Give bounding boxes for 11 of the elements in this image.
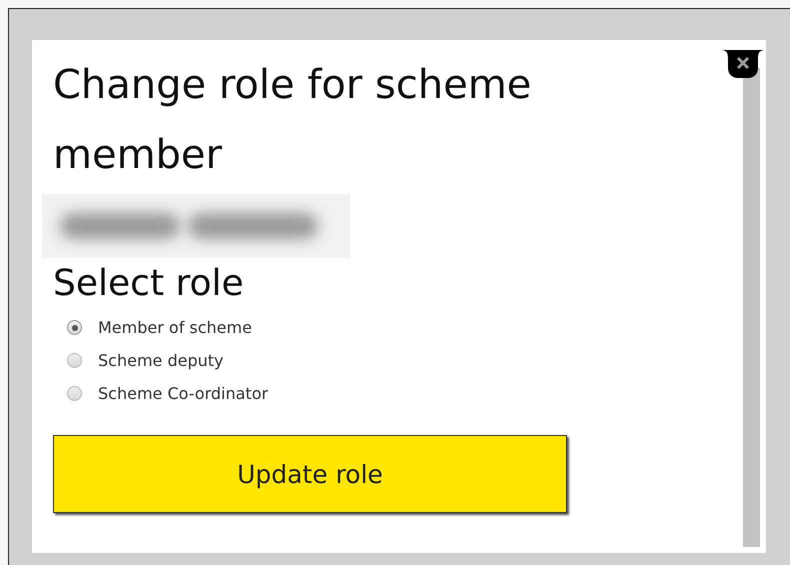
radio-button[interactable] [67, 320, 82, 335]
close-icon[interactable] [720, 50, 766, 78]
dialog-title: Change role for scheme member [53, 61, 532, 180]
section-heading: Select role [53, 262, 245, 306]
radio-label[interactable]: Member of scheme [98, 318, 252, 337]
radio-label[interactable]: Scheme deputy [98, 351, 224, 370]
radio-button[interactable] [67, 386, 82, 401]
update-role-button[interactable]: Update role [53, 435, 567, 513]
scrollbar[interactable] [743, 68, 760, 547]
radio-button[interactable] [67, 353, 82, 368]
radio-label[interactable]: Scheme Co-ordinator [98, 384, 268, 403]
